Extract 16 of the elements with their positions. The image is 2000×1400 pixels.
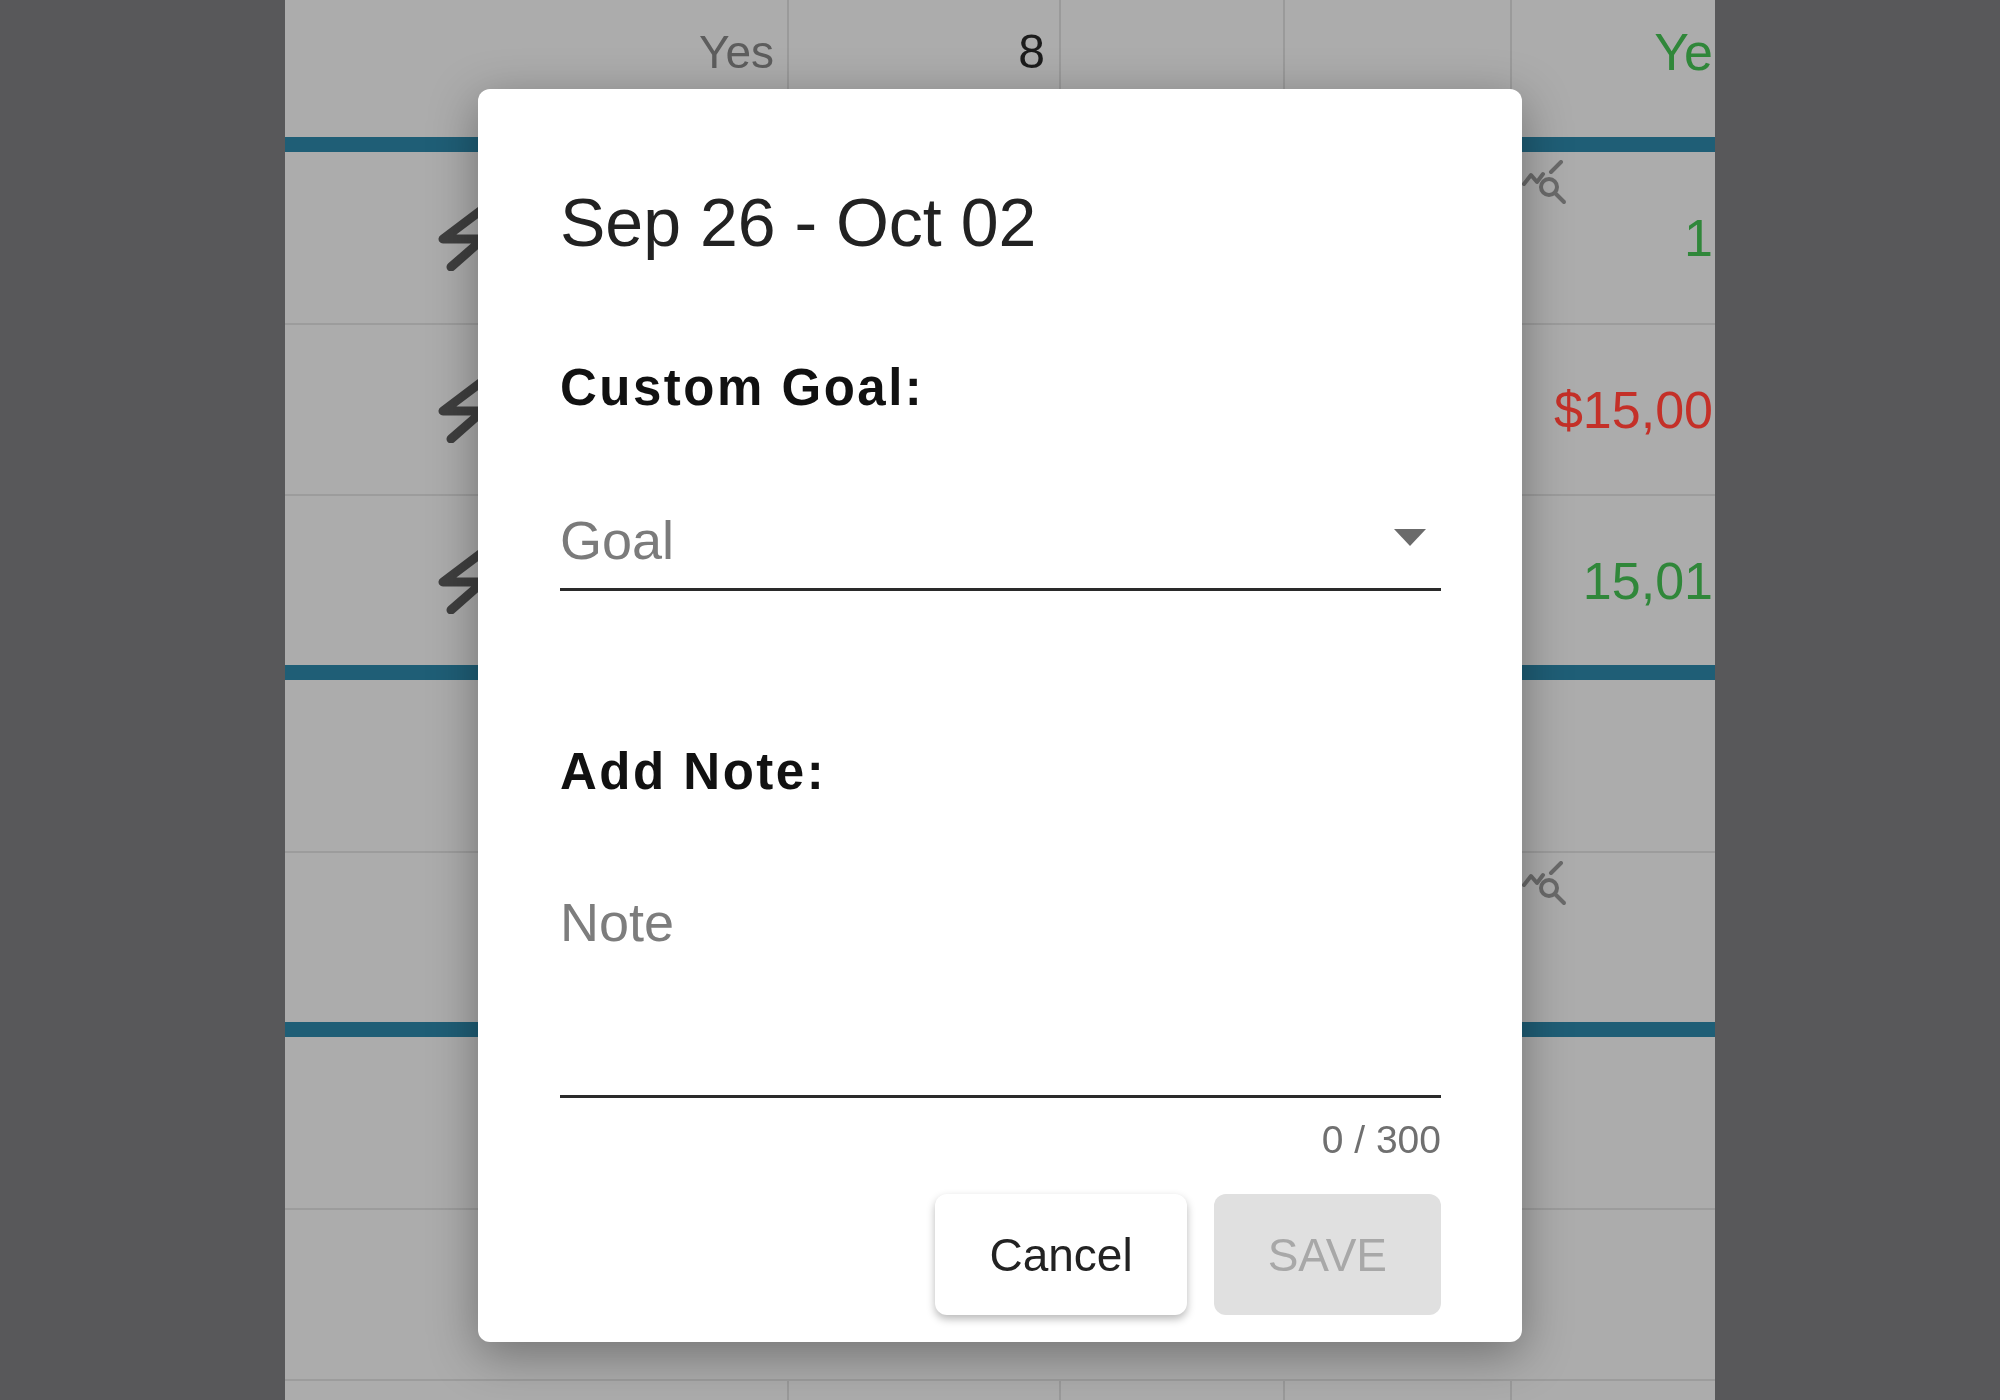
dialog-button[interactable]: Cancel <box>935 1194 1187 1315</box>
character-counter: 0 / 300 <box>1321 1117 1441 1163</box>
table-value: Yes <box>698 24 774 79</box>
table-value: Ye <box>1654 21 1713 82</box>
chart-search-icon[interactable] <box>1522 160 1568 205</box>
table-value: 15,01 <box>1582 550 1713 611</box>
dialog-title: Sep 26 - Oct 02 <box>560 183 1037 262</box>
goal-select[interactable]: Goal <box>560 491 1441 591</box>
table-value: 1 <box>1684 207 1713 268</box>
table-value: 8 <box>1018 24 1045 79</box>
chart-search-icon[interactable] <box>1522 861 1568 906</box>
note-field[interactable]: Note <box>560 872 1441 1098</box>
table-value: $15,00 <box>1553 379 1713 440</box>
section-label: Custom Goal: <box>560 358 925 418</box>
caret-icon <box>1394 529 1426 546</box>
section-label: Add Note: <box>560 742 827 802</box>
